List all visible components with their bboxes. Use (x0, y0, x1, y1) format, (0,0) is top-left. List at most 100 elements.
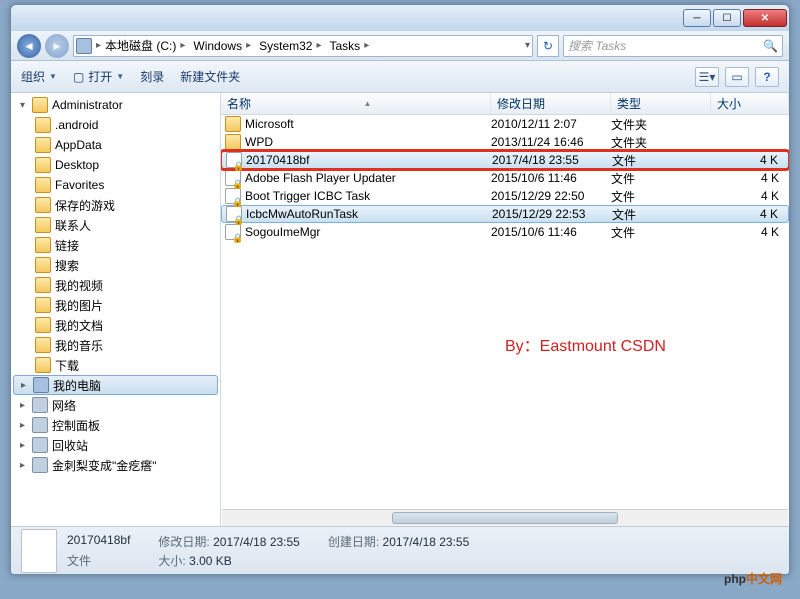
file-date: 2010/12/11 2:07 (491, 117, 611, 131)
file-size: 4 K (711, 189, 789, 203)
close-button[interactable]: ✕ (743, 9, 787, 27)
address-bar: ◄ ► ▸ 本地磁盘 (C:)▸ Windows▸ System32▸ Task… (11, 31, 789, 61)
file-list: 名称▲ 修改日期 类型 大小 Microsoft2010/12/11 2:07文… (221, 93, 789, 526)
breadcrumb-dropdown[interactable]: ▾ (525, 40, 530, 51)
horizontal-scrollbar[interactable] (222, 509, 788, 526)
tree-item[interactable]: 保存的游戏 (11, 195, 220, 215)
toolbar-burn[interactable]: 刻录 (140, 68, 164, 85)
tree-item-label: 保存的游戏 (55, 197, 115, 214)
file-size: 4 K (712, 153, 788, 167)
toolbar-newfolder[interactable]: 新建文件夹 (180, 68, 240, 85)
nav-tree[interactable]: ▾Administrator .android AppData Desktop Fav… (11, 93, 221, 526)
scrollbar-thumb[interactable] (392, 512, 618, 524)
nav-back-button[interactable]: ◄ (17, 34, 41, 58)
tree-item[interactable]: .android (11, 115, 220, 135)
file-type: 文件夹 (611, 134, 711, 151)
minimize-button[interactable]: ─ (683, 9, 711, 27)
create-date-value: 2017/4/18 23:55 (383, 535, 470, 549)
folder-icon (225, 116, 241, 132)
file-rows[interactable]: Microsoft 2010/12/11 2:07文件夹 WPD 2013/11/24… (221, 115, 789, 509)
folder-icon (35, 317, 51, 333)
tree-item-label: 我的文档 (55, 317, 103, 334)
file-name: Adobe Flash Player Updater (245, 171, 396, 185)
tree-item[interactable]: 下载 (11, 355, 220, 375)
tree-my-computer[interactable]: ▸我的电脑 (13, 375, 218, 395)
search-input[interactable]: 搜索 Tasks 🔍 (563, 35, 783, 57)
file-type: 文件 (612, 206, 712, 223)
file-type: 文件 (611, 188, 711, 205)
nav-forward-button[interactable]: ► (45, 34, 69, 58)
generic-icon (32, 397, 48, 413)
crumb-windows[interactable]: Windows▸ (189, 39, 255, 53)
tree-item[interactable]: 链接 (11, 235, 220, 255)
content-body: ▾Administrator .android AppData Desktop Fav… (11, 93, 789, 526)
file-date: 2013/11/24 16:46 (491, 135, 611, 149)
tree-item[interactable]: Favorites (11, 175, 220, 195)
help-button[interactable]: ? (755, 67, 779, 87)
file-row[interactable]: SogouImeMgr2015/10/6 11:46文件4 K (221, 223, 789, 241)
preview-pane-button[interactable]: ▭ (725, 67, 749, 87)
folder-icon (35, 357, 51, 373)
folder-icon (35, 337, 51, 353)
tree-item[interactable]: 搜索 (11, 255, 220, 275)
file-date: 2017/4/18 23:55 (492, 153, 612, 167)
file-size: 4 K (712, 207, 788, 221)
tree-item[interactable]: 我的音乐 (11, 335, 220, 355)
crumb-drive[interactable]: 本地磁盘 (C:)▸ (101, 37, 189, 54)
tree-item[interactable]: 我的图片 (11, 295, 220, 315)
file-row[interactable]: 20170418bf2017/4/18 23:55文件4 K (221, 151, 789, 169)
file-name: Microsoft (245, 117, 294, 131)
refresh-button[interactable]: ↻ (537, 35, 559, 57)
tree-item-label: 网络 (52, 397, 76, 414)
tree-item[interactable]: ▸回收站 (11, 435, 220, 455)
tree-item[interactable]: Desktop (11, 155, 220, 175)
folder-icon (35, 117, 51, 133)
tree-item[interactable]: 我的视频 (11, 275, 220, 295)
folder-icon (35, 217, 51, 233)
file-row[interactable]: Microsoft 2010/12/11 2:07文件夹 (221, 115, 789, 133)
file-row[interactable]: IcbcMwAutoRunTask2015/12/29 22:53文件4 K (221, 205, 789, 223)
crumb-tasks[interactable]: Tasks▸ (326, 39, 374, 53)
col-name[interactable]: 名称▲ (221, 93, 491, 114)
size-label: 大小: (158, 554, 185, 568)
file-name: WPD (245, 135, 273, 149)
view-options-button[interactable]: ☰▾ (695, 67, 719, 87)
maximize-button[interactable]: ☐ (713, 9, 741, 27)
file-name: SogouImeMgr (245, 225, 320, 239)
generic-icon (32, 437, 48, 453)
file-type: 文件夹 (611, 116, 711, 133)
toolbar-organize[interactable]: 组织▼ (21, 68, 57, 85)
col-size[interactable]: 大小 (711, 93, 789, 114)
folder-icon (225, 134, 241, 150)
column-headers[interactable]: 名称▲ 修改日期 类型 大小 (221, 93, 789, 115)
file-icon (225, 188, 241, 204)
tree-administrator[interactable]: ▾Administrator (11, 95, 220, 115)
mod-date-value: 2017/4/18 23:55 (213, 535, 300, 549)
tree-item-label: Desktop (55, 158, 99, 172)
file-row[interactable]: Adobe Flash Player Updater 2015/10/6 11:4… (221, 169, 789, 187)
file-date: 2015/10/6 11:46 (491, 171, 611, 185)
col-date[interactable]: 修改日期 (491, 93, 611, 114)
folder-icon (35, 257, 51, 273)
tree-item-label: Favorites (55, 178, 104, 192)
details-pane: 20170418bf 修改日期: 2017/4/18 23:55 创建日期: 2… (11, 526, 789, 574)
crumb-system32[interactable]: System32▸ (255, 39, 325, 53)
tree-item[interactable]: ▸金刺梨变成"金疙瘩" (11, 455, 220, 475)
breadcrumb[interactable]: ▸ 本地磁盘 (C:)▸ Windows▸ System32▸ Tasks▸ ▾ (73, 35, 533, 57)
tree-item[interactable]: 联系人 (11, 215, 220, 235)
file-row[interactable]: Boot Trigger ICBC Task2015/12/29 22:50文件… (221, 187, 789, 205)
tree-item[interactable]: ▸控制面板 (11, 415, 220, 435)
tree-item[interactable]: AppData (11, 135, 220, 155)
tree-item[interactable]: ▸网络 (11, 395, 220, 415)
toolbar-open[interactable]: ▢打开▼ (73, 68, 124, 85)
tree-item[interactable]: 我的文档 (11, 315, 220, 335)
tree-item-label: .android (55, 118, 98, 132)
file-name: IcbcMwAutoRunTask (246, 207, 358, 221)
explorer-window: ─ ☐ ✕ ◄ ► ▸ 本地磁盘 (C:)▸ Windows▸ System32… (10, 4, 790, 575)
folder-icon (35, 197, 51, 213)
file-size: 4 K (711, 225, 789, 239)
tree-item-label: 我的视频 (55, 277, 103, 294)
file-row[interactable]: WPD 2013/11/24 16:46文件夹 (221, 133, 789, 151)
col-type[interactable]: 类型 (611, 93, 711, 114)
file-type: 文件 (611, 224, 711, 241)
